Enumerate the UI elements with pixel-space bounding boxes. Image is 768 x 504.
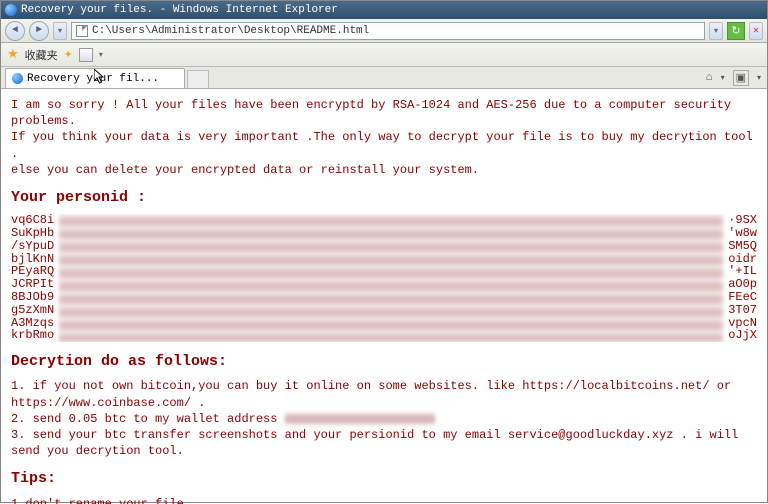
favorites-item-icon[interactable]: [79, 48, 93, 62]
address-toolbar: ◄ ► ▾ C:\Users\Administrator\Desktop\REA…: [1, 19, 767, 43]
favorites-add-icon[interactable]: ✦: [64, 48, 73, 62]
tools-dropdown-icon[interactable]: ▾: [721, 73, 725, 83]
blurred-region: [59, 214, 723, 342]
address-field[interactable]: C:\Users\Administrator\Desktop\README.ht…: [71, 22, 705, 40]
ie-icon: [12, 73, 23, 84]
favorites-star-icon[interactable]: ★: [7, 47, 19, 62]
tab-bar: Recovery your fil... ⌂ ▾ ▣ ▾: [1, 67, 767, 89]
addr-dropdown[interactable]: ▾: [709, 22, 723, 40]
intro-line: else you can delete your encrypted data …: [11, 162, 757, 178]
step-line: 2. send 0.05 btc to my wallet address: [11, 411, 757, 427]
back-button[interactable]: ◄: [5, 21, 25, 41]
address-url: C:\Users\Administrator\Desktop\README.ht…: [92, 25, 369, 37]
nav-dropdown[interactable]: ▾: [53, 22, 67, 40]
page-tools: ⌂ ▾ ▣ ▾: [706, 70, 761, 86]
personid-block: vq6C8i·9SX SuKpHb'w8w /sYpuDSM5Q bjlKnNo…: [11, 214, 757, 342]
intro-line: I am so sorry ! All your files have been…: [11, 97, 757, 129]
favorites-dropdown-icon[interactable]: ▾: [99, 50, 103, 60]
decrypt-heading: Decrytion do as follows:: [11, 352, 757, 372]
tips-heading: Tips:: [11, 469, 757, 489]
home-icon[interactable]: ⌂: [706, 72, 713, 84]
page-icon: [76, 25, 88, 37]
stop-button[interactable]: ✕: [749, 22, 763, 40]
personid-heading: Your personid :: [11, 188, 757, 208]
refresh-button[interactable]: ↻: [727, 22, 745, 40]
window-title: Recovery your files. - Windows Internet …: [21, 1, 338, 19]
blurred-region: [285, 414, 435, 424]
forward-button[interactable]: ►: [29, 21, 49, 41]
favorites-bar: ★ 收藏夹 ✦ ▾: [1, 43, 767, 67]
page-content: I am so sorry ! All your files have been…: [1, 89, 767, 504]
tab-label: Recovery your fil...: [27, 73, 159, 85]
tab-active[interactable]: Recovery your fil...: [5, 68, 185, 88]
new-tab-button[interactable]: [187, 70, 209, 88]
step-line: 1. if you not own bitcoin,you can buy it…: [11, 378, 757, 410]
ie-icon: [5, 4, 17, 16]
step-line: 3. send your btc transfer screenshots an…: [11, 427, 757, 459]
window-titlebar: Recovery your files. - Windows Internet …: [1, 1, 767, 19]
tools-dropdown-icon[interactable]: ▾: [757, 73, 761, 83]
intro-line: If you think your data is very important…: [11, 129, 757, 161]
feed-icon[interactable]: ▣: [733, 70, 749, 86]
favorites-label[interactable]: 收藏夹: [25, 47, 58, 63]
